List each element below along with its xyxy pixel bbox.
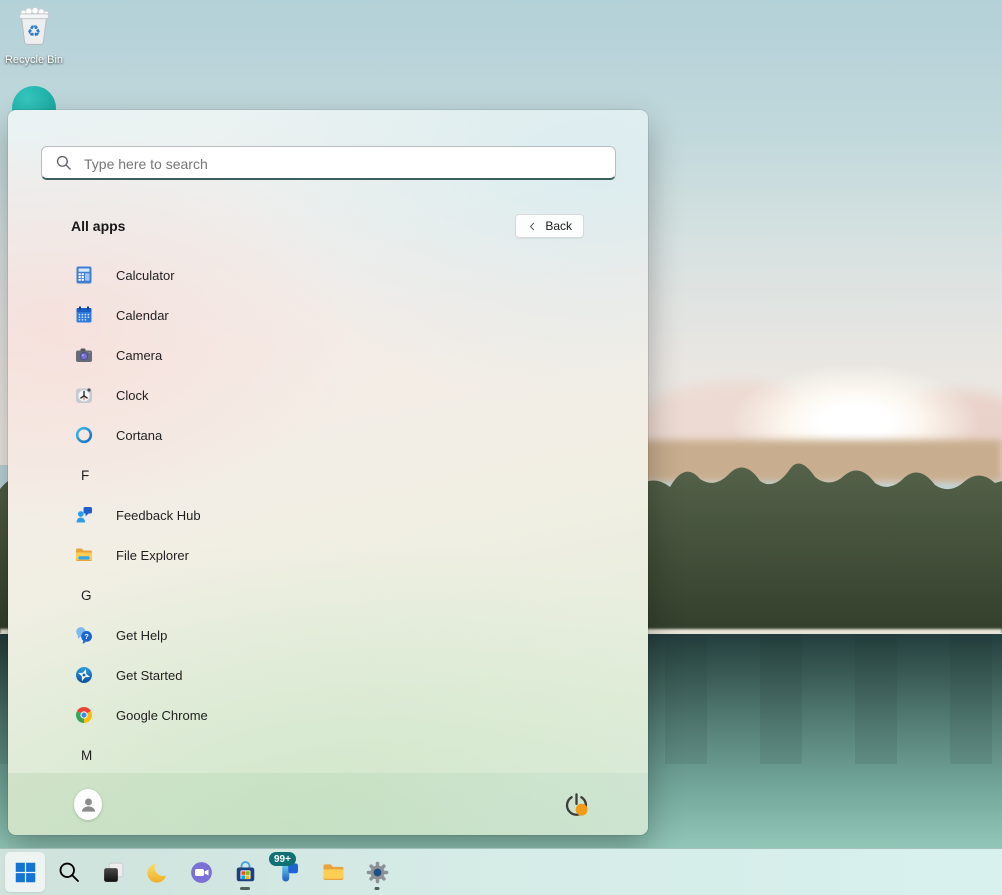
start-button[interactable] [5,852,45,892]
section-letter-label: M [81,748,92,763]
chevron-left-icon [527,221,538,232]
back-button-label: Back [545,219,572,233]
app-section-letter[interactable]: F [8,455,648,495]
app-label: Cortana [116,428,162,443]
app-list-item[interactable]: Get Started [8,655,648,695]
power-button[interactable] [556,784,596,824]
app-list-item[interactable]: Get Help [8,615,648,655]
video-chat-icon [189,860,214,885]
notification-badge: 99+ [269,852,296,866]
app-label: Calendar [116,308,169,323]
file-explorer-button[interactable] [313,852,353,892]
app-section-letter[interactable]: M [8,735,648,775]
avatar [74,789,102,820]
user-account-button[interactable] [68,784,108,824]
folder-icon [321,860,346,885]
recycle-bin-label: Recycle Bin [4,54,64,66]
moon-icon [145,860,170,885]
search-icon [55,154,73,172]
app-list-item[interactable]: Calendar [8,295,648,335]
file-explorer-icon [74,545,94,565]
desktop[interactable]: Recycle Bin All apps Back Calculator Cal… [0,0,1002,895]
search-icon [57,860,82,885]
start-menu: All apps Back Calculator Calendar Camera… [8,110,648,835]
app-list-item[interactable]: File Explorer [8,535,648,575]
app-list-item[interactable]: Calculator [8,255,648,295]
camera-icon [74,345,94,365]
app-list-item[interactable]: Clock [8,375,648,415]
section-letter-label: F [81,468,89,483]
task-view-button[interactable] [93,852,133,892]
app-label: Clock [116,388,149,403]
search-input[interactable] [82,147,606,180]
app-label: Camera [116,348,162,363]
windows-logo-icon [13,860,38,885]
app-label: Calculator [116,268,175,283]
microsoft-store-button[interactable] [225,852,265,892]
clock-icon [74,385,94,405]
settings-button[interactable] [357,852,397,892]
app-list-item[interactable]: Google Chrome [8,695,648,735]
pinned-app-flag-button[interactable]: 99+ [269,852,309,892]
google-chrome-icon [74,705,94,725]
app-label: File Explorer [116,548,189,563]
person-icon [78,794,99,815]
pinned-app-video-chat-button[interactable] [181,852,221,892]
section-letter-label: G [81,588,92,603]
running-app-indicator [375,887,380,890]
app-list: Calculator Calendar Camera Clock Cortana… [8,255,648,775]
power-icon [563,791,590,818]
gear-icon [365,860,390,885]
task-view-icon [101,860,126,885]
pinned-app-moon-button[interactable] [137,852,177,892]
calendar-icon [74,305,94,325]
recycle-bin-desktop-icon[interactable]: Recycle Bin [4,6,64,66]
app-section-letter[interactable]: G [8,575,648,615]
all-apps-title: All apps [71,218,125,234]
calculator-icon [74,265,94,285]
app-list-item[interactable]: Feedback Hub [8,495,648,535]
feedback-hub-icon [74,505,94,525]
recycle-bin-icon [13,6,55,48]
get-help-icon [74,625,94,645]
search-button[interactable] [49,852,89,892]
back-button[interactable]: Back [515,214,584,238]
all-apps-header: All apps Back [8,214,648,242]
taskbar: 99+ [0,848,1002,895]
app-list-item[interactable]: Cortana [8,415,648,455]
app-label: Get Started [116,668,182,683]
app-label: Google Chrome [116,708,208,723]
app-label: Get Help [116,628,167,643]
app-list-item[interactable]: Camera [8,335,648,375]
start-menu-footer [8,773,648,835]
store-icon [233,860,258,885]
running-app-indicator [240,887,250,890]
app-label: Feedback Hub [116,508,201,523]
cortana-icon [74,425,94,445]
start-search-box[interactable] [41,146,616,180]
get-started-icon [74,665,94,685]
